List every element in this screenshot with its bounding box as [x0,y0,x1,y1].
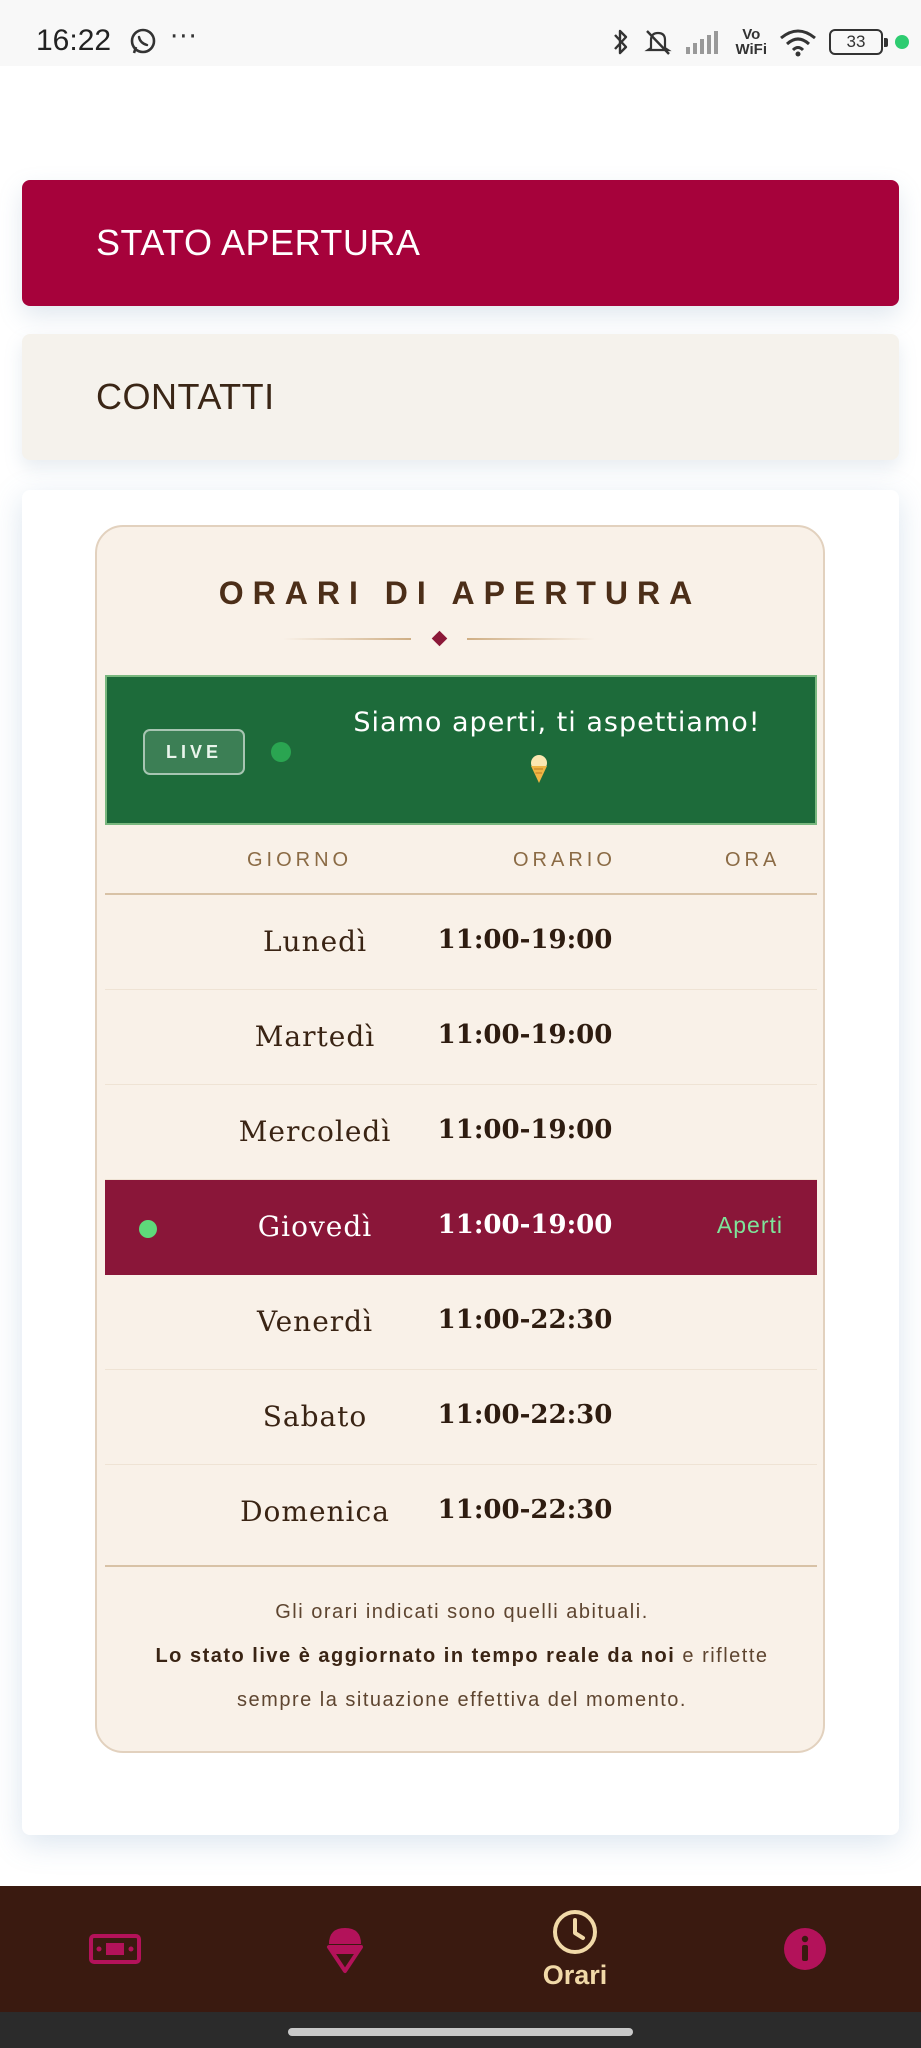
row-hours: 11:00-19:00 [437,1020,613,1050]
card-title: ORARI DI APERTURA [218,575,702,611]
table-bottom-divider [105,1565,817,1567]
hours-table-header: GIORNO ORARIO ORA [105,825,817,895]
row-hours: 11:00-19:00 [437,1115,613,1145]
nav-item-menu[interactable] [230,1886,460,2012]
note-bold: Lo stato live è aggiornato in tempo real… [155,1645,676,1667]
row-status: Aperti [716,1212,783,1238]
banknote-icon [89,1934,141,1964]
column-header-hours: ORARIO [513,849,616,871]
system-gesture-bar [0,2012,921,2048]
diamond-ornament-icon [431,630,448,647]
whatsapp-icon [130,28,156,54]
today-open-dot [139,1220,157,1238]
row-day: Sabato [262,1400,368,1433]
tab-stato-apertura-label: STATO APERTURA [96,222,421,263]
row-hours: 11:00-22:30 [437,1495,613,1525]
ice-cream-cone-icon [531,755,547,783]
table-row: Sabato 11:00-22:30 [105,1370,817,1465]
nav-label-orari: Orari [542,1959,608,1990]
live-status-banner: LIVE Siamo aperti, ti aspettiamo! [105,675,817,825]
bell-off-icon [644,30,673,55]
battery-icon: 33 [829,29,888,55]
row-hours: 11:00-19:00 [437,1210,613,1240]
tab-contatti-label: CONTATTI [96,376,275,417]
tab-stato-apertura[interactable]: STATO APERTURA [22,180,899,306]
row-hours: 11:00-19:00 [437,925,613,955]
table-row: Mercoledì 11:00-19:00 [105,1085,817,1180]
more-dots-icon: ··· [170,22,198,52]
nav-item-payments[interactable] [0,1886,230,2012]
row-day: Domenica [240,1495,390,1528]
table-row: Martedì 11:00-19:00 [105,990,817,1085]
signal-icon [686,31,719,54]
tab-contatti[interactable]: CONTATTI [22,334,899,460]
table-row: Lunedì 11:00-19:00 [105,895,817,990]
gesture-handle[interactable] [288,2028,633,2036]
live-message: Siamo aperti, ti aspettiamo! [353,707,761,738]
column-header-now: ORA [725,849,781,871]
table-row: Venerdì 11:00-22:30 [105,1275,817,1370]
table-row-today: Giovedì 11:00-19:00 Aperti [105,1180,817,1275]
wifi-icon [780,29,816,57]
title-divider-left [283,638,411,640]
row-day: Giovedì [257,1210,373,1243]
table-row: Domenica 11:00-22:30 [105,1465,817,1560]
row-day: Martedì [254,1020,376,1053]
privacy-indicator-dot [895,35,909,49]
ice-cream-icon [327,1928,363,1973]
clock-icon [553,1909,597,1954]
column-header-day: GIORNO [247,849,353,871]
nav-item-info[interactable] [690,1886,920,2012]
nav-item-orari[interactable]: Orari [460,1886,690,2012]
row-hours: 11:00-22:30 [437,1305,613,1335]
row-day: Venerdì [256,1305,374,1338]
row-hours: 11:00-22:30 [437,1400,613,1430]
status-time: 16:22 [36,24,112,57]
info-icon [784,1928,826,1970]
note-line-1: Gli orari indicati sono quelli abituali. [275,1601,649,1623]
vowifi-icon: Vo WiFi [735,26,767,58]
live-indicator-dot [271,742,291,762]
row-day: Lunedì [262,925,368,958]
row-day: Mercoledì [238,1115,392,1148]
status-bar: 16:22 ··· Vo WiFi 33 [0,0,921,66]
live-badge: LIVE [143,729,245,775]
hours-table-body: Lunedì 11:00-19:00 Martedì 11:00-19:00 M… [105,895,817,1560]
title-divider-right [467,638,595,640]
hours-note: Gli orari indicati sono quelli abituali.… [117,1590,807,1722]
bluetooth-icon [614,29,628,55]
opening-hours-card: ORARI DI APERTURA LIVE Siamo aperti, ti … [95,525,825,1753]
bottom-navigation: Orari [0,1886,921,2012]
status-icons: Vo WiFi 33 [611,22,909,62]
